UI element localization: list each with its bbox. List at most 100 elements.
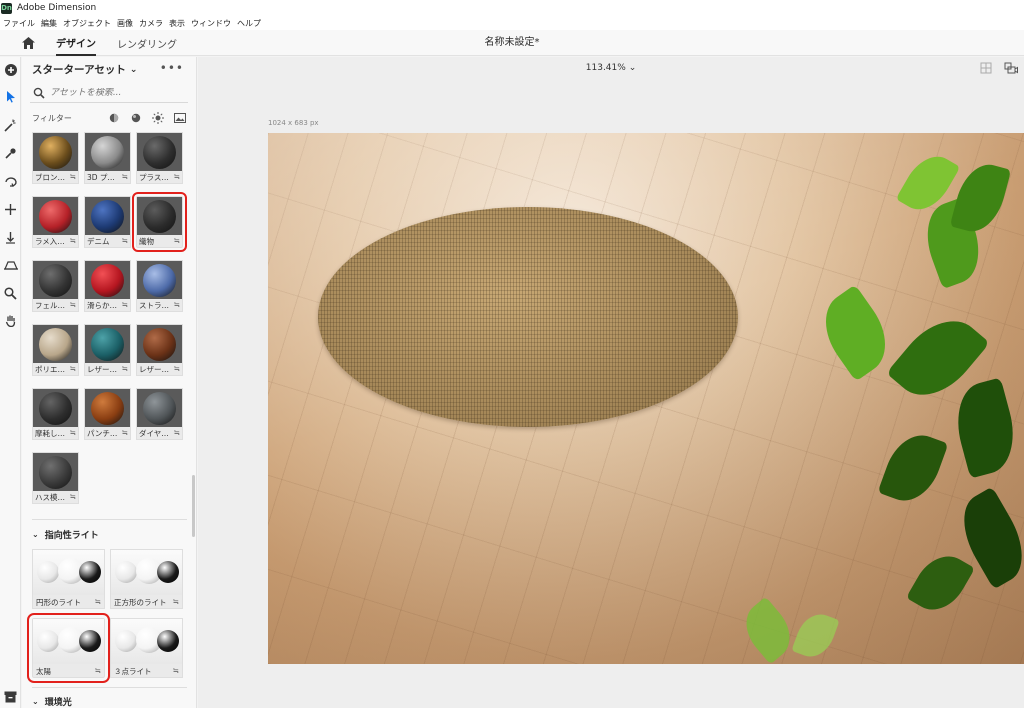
adjust-icon[interactable]: ≒ xyxy=(70,428,76,437)
app-logo-icon: Dn xyxy=(1,2,12,14)
panel-title: スターターアセット xyxy=(32,64,126,76)
material-sphere xyxy=(39,456,72,489)
filter-icons xyxy=(107,111,187,125)
adjust-icon[interactable]: ≒ xyxy=(70,492,76,501)
material-tile[interactable]: プラス… ≒ xyxy=(136,132,183,184)
light-tile[interactable]: 正方形のライト ≒ xyxy=(110,549,183,609)
adjust-icon[interactable]: ≒ xyxy=(173,666,179,675)
section-directional-lights[interactable]: ⌄ 指向性ライト xyxy=(32,528,99,541)
material-tile[interactable]: 織物 ≒ xyxy=(132,192,187,252)
select-tool[interactable] xyxy=(2,88,19,105)
filter-materials-icon[interactable] xyxy=(129,111,143,125)
section-divider xyxy=(32,519,187,520)
adjust-icon[interactable]: ≒ xyxy=(122,300,128,309)
material-tile[interactable]: 滑らか… ≒ xyxy=(84,260,131,312)
adjust-icon[interactable]: ≒ xyxy=(122,172,128,181)
adjust-icon[interactable]: ≒ xyxy=(122,428,128,437)
material-tile[interactable]: ダイヤ… ≒ xyxy=(136,388,183,440)
panel-title-dropdown[interactable]: スターターアセット ⌄ xyxy=(32,62,137,77)
adjust-icon[interactable]: ≒ xyxy=(122,364,128,373)
zoom-tool[interactable] xyxy=(2,285,19,302)
adjust-icon[interactable]: ≒ xyxy=(174,300,180,309)
material-tile[interactable]: ラメ入… ≒ xyxy=(32,196,79,248)
hand-tool[interactable] xyxy=(2,312,19,329)
menu-object[interactable]: オブジェクト xyxy=(60,18,114,29)
panel-scrollbar[interactable] xyxy=(192,475,195,537)
menu-image[interactable]: 画像 xyxy=(114,18,136,29)
menu-window[interactable]: ウィンドウ xyxy=(188,18,234,29)
adjust-icon[interactable]: ≒ xyxy=(174,172,180,181)
material-tile[interactable]: ハス模… ≒ xyxy=(32,452,79,504)
material-tile[interactable]: デニム ≒ xyxy=(84,196,131,248)
home-button[interactable] xyxy=(18,34,38,52)
material-tile[interactable]: フェル… ≒ xyxy=(32,260,79,312)
adjust-icon[interactable]: ≒ xyxy=(174,428,180,437)
adjust-icon[interactable]: ≒ xyxy=(122,236,128,245)
section-title: 指向性ライト xyxy=(44,531,99,541)
more-options-icon[interactable]: ••• xyxy=(160,61,184,75)
dolly-tool[interactable] xyxy=(2,229,19,246)
material-tile[interactable]: レザー… ≒ xyxy=(84,324,131,376)
light-tile[interactable]: 円形のライト ≒ xyxy=(32,549,105,609)
menu-help[interactable]: ヘルプ xyxy=(234,18,264,29)
filter-images-icon[interactable] xyxy=(173,111,187,125)
section-environment-light[interactable]: ⌄ 環境光 xyxy=(32,695,72,708)
adjust-icon[interactable]: ≒ xyxy=(95,597,101,606)
light-tile[interactable]: ３点ライト ≒ xyxy=(110,618,183,678)
horizon-tool[interactable] xyxy=(2,257,19,274)
grid-icon[interactable] xyxy=(980,62,992,74)
add-content-button[interactable] xyxy=(2,61,19,78)
preview-sphere xyxy=(157,561,179,583)
sample-tool[interactable] xyxy=(2,145,19,162)
orbit-tool[interactable] xyxy=(2,173,19,190)
round-rug-model[interactable] xyxy=(318,207,738,427)
tab-design[interactable]: デザイン xyxy=(56,30,96,56)
material-tile[interactable]: ポリエ… ≒ xyxy=(32,324,79,376)
pan-tool[interactable] xyxy=(2,201,19,218)
adjust-icon[interactable]: ≒ xyxy=(174,236,180,245)
title-bar: Dn Adobe Dimension xyxy=(0,0,1024,16)
canvas-area: 113.41% ⌄ 1024 x 683 px xyxy=(198,57,1024,708)
menu-camera[interactable]: カメラ xyxy=(136,18,166,29)
adjust-icon[interactable]: ≒ xyxy=(95,666,101,675)
adjust-icon[interactable]: ≒ xyxy=(70,236,76,245)
adjust-icon[interactable]: ≒ xyxy=(173,597,179,606)
tab-render[interactable]: レンダリング xyxy=(117,30,177,56)
menu-file[interactable]: ファイル xyxy=(0,18,38,29)
material-tile[interactable]: 摩耗し… ≒ xyxy=(32,388,79,440)
material-sphere xyxy=(39,328,72,361)
material-tile[interactable]: 3D プ… ≒ xyxy=(84,132,131,184)
material-tile[interactable]: レザー… ≒ xyxy=(136,324,183,376)
adjust-icon[interactable]: ≒ xyxy=(70,172,76,181)
light-preview xyxy=(33,619,104,664)
search-input[interactable] xyxy=(50,87,180,98)
material-tile[interactable]: パンチ… ≒ xyxy=(84,388,131,440)
filter-lights-icon[interactable] xyxy=(151,111,165,125)
material-label: ブロン… xyxy=(35,173,65,182)
light-tile[interactable]: 太陽 ≒ xyxy=(27,613,110,683)
menu-edit[interactable]: 編集 xyxy=(38,18,60,29)
3d-viewport[interactable] xyxy=(268,133,1024,664)
material-sphere xyxy=(91,392,124,425)
material-tile[interactable]: ストラ… ≒ xyxy=(136,260,183,312)
adjust-icon[interactable]: ≒ xyxy=(70,364,76,373)
adjust-icon[interactable]: ≒ xyxy=(174,364,180,373)
light-label: ３点ライト xyxy=(114,667,152,676)
adjust-icon[interactable]: ≒ xyxy=(70,300,76,309)
panel-toggle-button[interactable] xyxy=(2,688,19,705)
magic-wand-tool[interactable] xyxy=(2,117,19,134)
menu-view[interactable]: 表示 xyxy=(166,18,188,29)
filter-models-icon[interactable] xyxy=(107,111,121,125)
material-sphere xyxy=(91,264,124,297)
chevron-down-icon[interactable]: ⌄ xyxy=(629,63,637,73)
camera-bookmark-icon[interactable] xyxy=(1004,62,1018,74)
material-sphere xyxy=(143,392,176,425)
zoom-level[interactable]: 113.41% xyxy=(586,63,626,73)
light-label: 正方形のライト xyxy=(114,598,167,607)
app-title: Adobe Dimension xyxy=(17,3,97,13)
material-tile[interactable]: ブロン… ≒ xyxy=(32,132,79,184)
material-thumbnail xyxy=(137,389,182,427)
material-label: ラメ入… xyxy=(35,237,65,246)
material-thumbnail xyxy=(33,325,78,363)
material-label: プラス… xyxy=(139,173,169,182)
